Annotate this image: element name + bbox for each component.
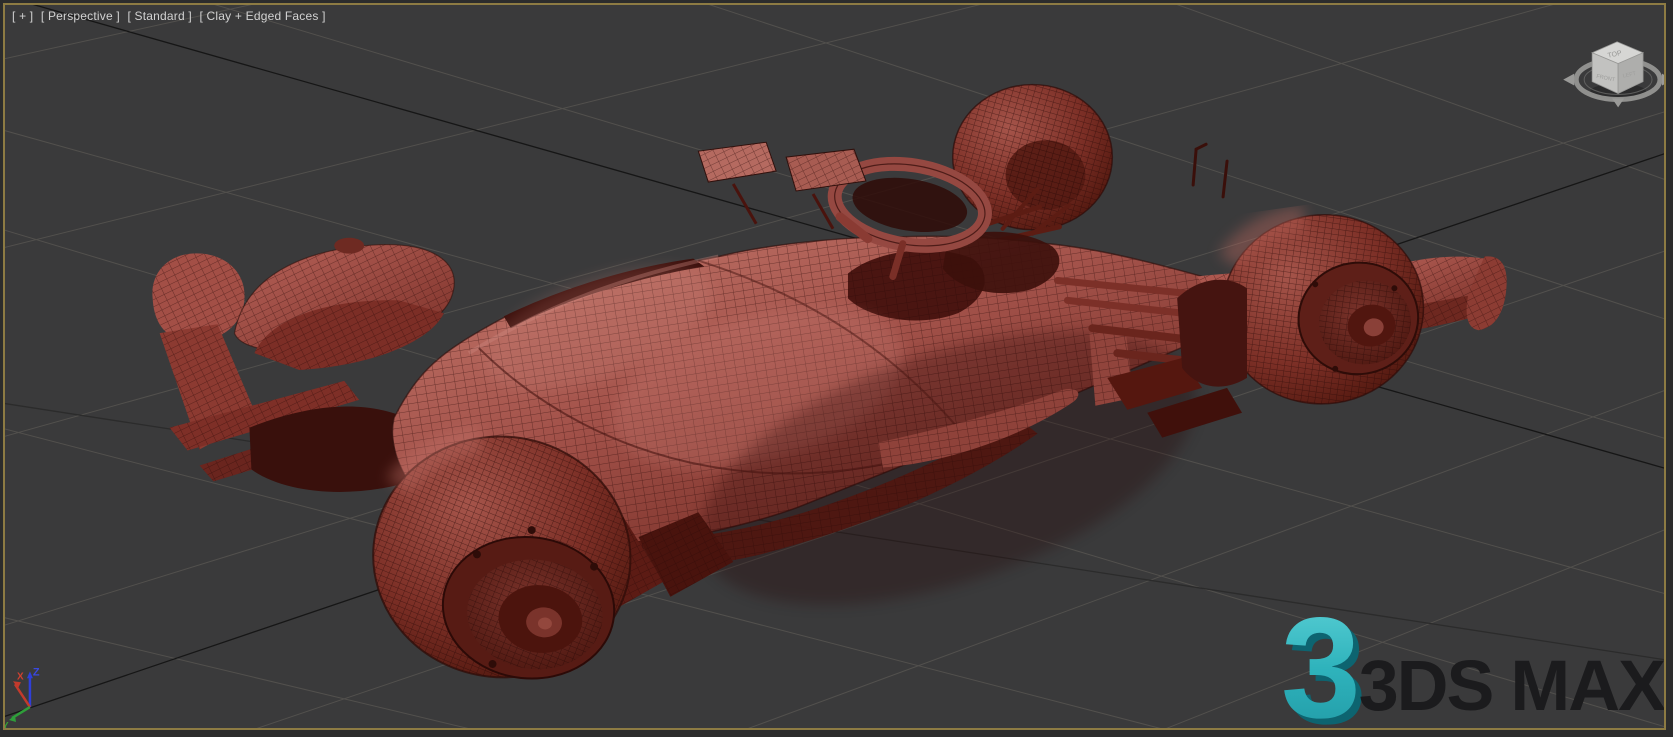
3dsmax-window: TOP FRONT LEFT Z X Y 3 3 3DS MAX — [0, 0, 1673, 737]
viewport-label: [ + ] [ Perspective ] [ Standard ] [ Cla… — [12, 9, 330, 23]
y-axis-label: Y — [5, 721, 9, 728]
x-axis-label: X — [17, 671, 24, 682]
car-brake-duct — [1177, 279, 1248, 387]
viewport-menu-renderer[interactable]: [ Standard ] — [127, 9, 191, 23]
viewport-menu-pov[interactable]: [ Perspective ] — [41, 9, 120, 23]
car-drs-pod — [334, 237, 365, 254]
viewport-menu-general[interactable]: [ + ] — [12, 9, 33, 23]
perspective-viewport[interactable]: TOP FRONT LEFT Z X Y 3 3 3DS MAX — [3, 3, 1666, 730]
viewport-canvas[interactable]: TOP FRONT LEFT Z X Y 3 3 3DS MAX — [5, 5, 1664, 728]
logo-text: 3DS MAX — [1359, 646, 1664, 726]
viewport-menu-shading[interactable]: [ Clay + Edged Faces ] — [199, 9, 325, 23]
z-axis-label: Z — [33, 666, 40, 678]
logo-mark: 3 — [1281, 588, 1361, 728]
viewcube-arrow-east[interactable] — [1662, 73, 1664, 86]
